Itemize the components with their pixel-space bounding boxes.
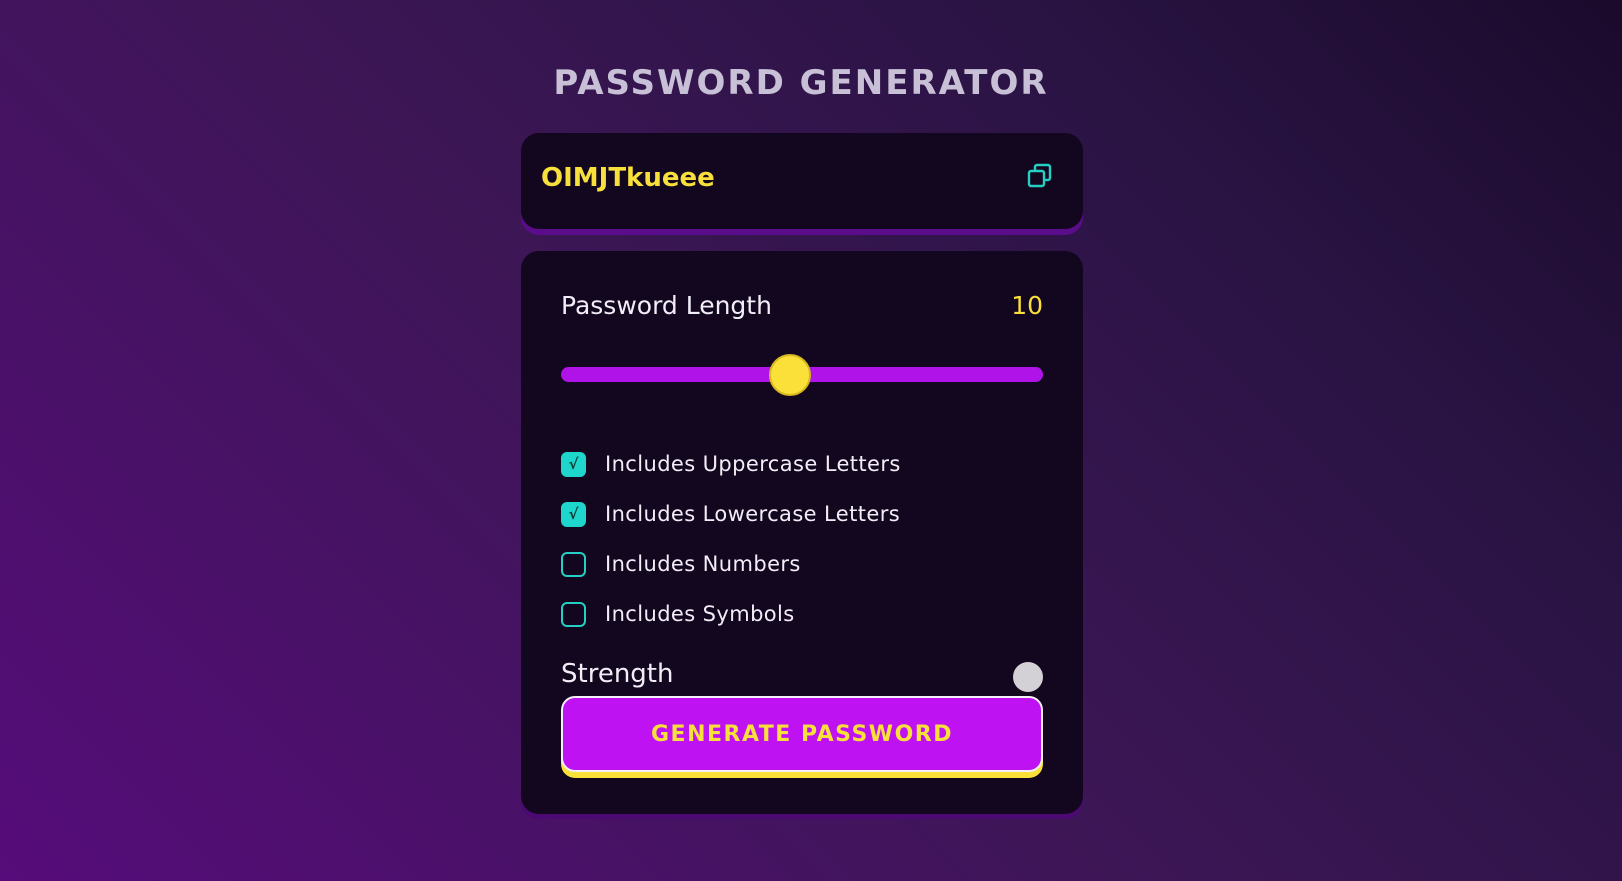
copy-icon	[1027, 163, 1052, 188]
options-list: √ Includes Uppercase Letters √ Includes …	[561, 439, 901, 639]
numbers-checkbox[interactable]	[561, 551, 586, 577]
option-label: Includes Lowercase Letters	[605, 502, 901, 526]
option-uppercase[interactable]: √ Includes Uppercase Letters	[561, 439, 901, 489]
strength-indicator	[1013, 662, 1043, 692]
option-symbols[interactable]: Includes Symbols	[561, 589, 901, 639]
generate-button[interactable]: GENERATE PASSWORD	[561, 696, 1043, 772]
option-lowercase[interactable]: √ Includes Lowercase Letters	[561, 489, 901, 539]
page-title: PASSWORD GENERATOR	[553, 63, 1049, 103]
symbols-checkbox[interactable]	[561, 601, 586, 627]
password-output: OIMJTkueee	[541, 163, 715, 193]
lowercase-checkbox[interactable]: √	[561, 501, 586, 527]
length-value: 10	[1011, 291, 1043, 320]
strength-label: Strength	[561, 659, 674, 689]
copy-button[interactable]	[1027, 163, 1053, 189]
length-slider[interactable]	[561, 354, 1043, 396]
option-label: Includes Symbols	[605, 602, 795, 626]
option-numbers[interactable]: Includes Numbers	[561, 539, 901, 589]
option-label: Includes Numbers	[605, 552, 801, 576]
length-label: Password Length	[561, 291, 772, 320]
settings-panel: Password Length 10 √ Includes Uppercase …	[521, 251, 1083, 814]
uppercase-checkbox[interactable]: √	[561, 451, 586, 477]
password-display: OIMJTkueee	[521, 133, 1083, 229]
option-label: Includes Uppercase Letters	[605, 452, 901, 476]
slider-thumb[interactable]	[768, 354, 811, 396]
